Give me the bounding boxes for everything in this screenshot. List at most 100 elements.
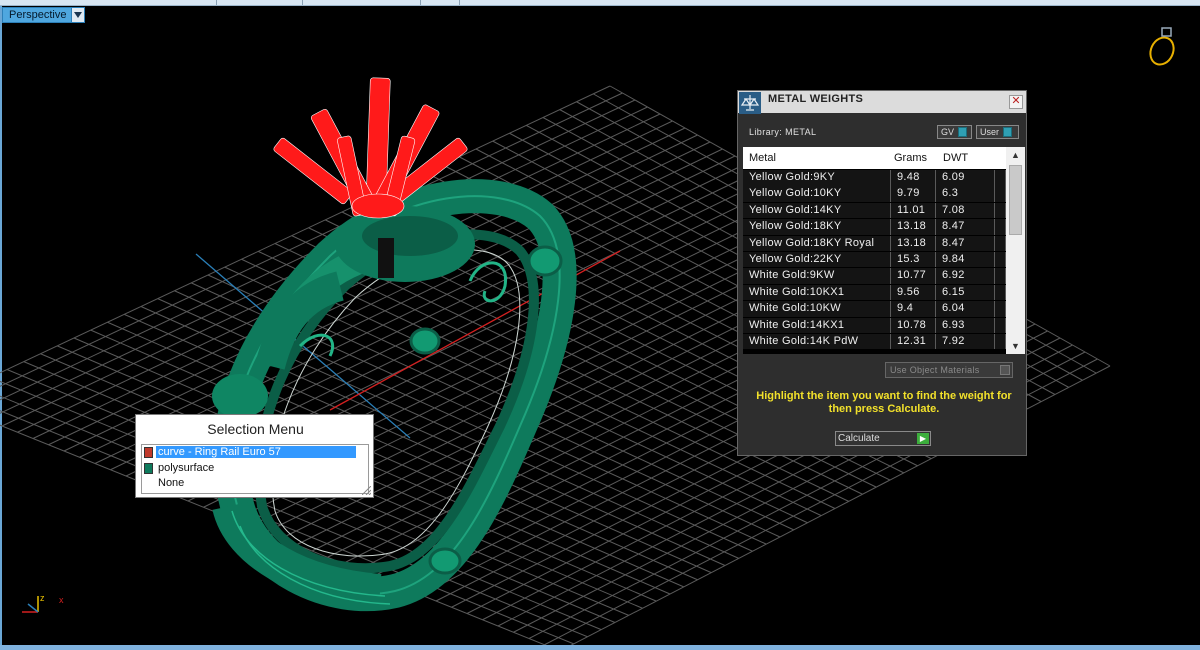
dwt-cell: 8.47 [936,219,995,235]
chevron-down-icon[interactable] [72,7,86,23]
row-spacer [995,317,1006,334]
table-row[interactable]: White Gold:10KW 9.4 6.04 [743,301,1006,317]
axis-z-label: z [40,593,45,603]
selection-item[interactable]: None [142,476,368,492]
table-row[interactable]: Yellow Gold:9KY 9.48 6.09 [743,170,1006,186]
viewport-title-tab[interactable]: Perspective [2,7,86,23]
table-row[interactable]: White Gold:10KX1 9.56 6.15 [743,284,1006,301]
grams-cell: 10.78 [891,317,936,334]
grams-cell: 9.48 [891,170,936,186]
metal-name-cell: White Gold:14K PdW [743,333,891,350]
color-swatch-icon [144,462,153,474]
dwt-cell: 8.47 [936,235,995,252]
dwt-cell: 6.15 [936,284,995,301]
metal-name-cell: White Gold:10KW [743,301,891,317]
selection-list: curve - Ring Rail Euro 57 polysurface None [141,444,369,494]
resize-grip-icon[interactable] [362,486,371,495]
row-spacer [995,219,1006,235]
gv-toggle[interactable]: GV [937,125,972,139]
scroll-down-icon[interactable]: ▼ [1006,338,1025,354]
row-spacer [995,251,1006,268]
color-swatch-icon [144,447,153,458]
toggle-indicator-icon [1000,365,1010,375]
row-spacer [995,202,1006,219]
row-spacer [995,301,1006,317]
dwt-cell: 6.93 [936,317,995,334]
instruction-text: Highlight the item you want to find the … [756,390,1012,415]
row-spacer [995,268,1006,284]
row-spacer [995,170,1006,186]
column-header-grams[interactable]: Grams [894,152,927,164]
scroll-thumb[interactable] [1009,165,1022,235]
axis-widget-icon: z x [22,593,64,613]
dwt-cell: 7.08 [936,202,995,219]
scale-logo-icon [739,92,761,114]
table-row[interactable]: White Gold:9KW 10.77 6.92 [743,268,1006,284]
metal-name-cell: White Gold:10KX1 [743,284,891,301]
close-icon[interactable]: ✕ [1009,95,1023,109]
table-row[interactable]: Yellow Gold:14KY 11.01 7.08 [743,202,1006,219]
table-row[interactable]: Yellow Gold:18KY 13.18 8.47 [743,219,1006,235]
grams-cell: 13.18 [891,219,936,235]
color-swatch-icon [144,478,153,489]
selection-item-label: None [158,477,185,489]
dwt-cell: 6.3 [936,186,995,202]
grams-cell: 13.18 [891,235,936,252]
dwt-cell: 6.92 [936,268,995,284]
grams-cell: 9.79 [891,186,936,202]
grams-cell: 9.4 [891,301,936,317]
column-header-metal[interactable]: Metal [749,152,776,164]
metal-name-cell: White Gold:14KX1 [743,317,891,334]
grams-cell: 15.3 [891,251,936,268]
row-spacer [995,186,1006,202]
metal-name-cell: Yellow Gold:18KY [743,219,891,235]
dwt-cell: 6.09 [936,170,995,186]
viewport-title[interactable]: Perspective [2,7,73,23]
table-row[interactable]: White Gold:14KX1 10.78 6.93 [743,317,1006,334]
play-arrow-icon: ▶ [917,433,929,444]
panel-titlebar[interactable]: METAL WEIGHTS ✕ [738,91,1026,114]
metal-name-cell: Yellow Gold:10KY [743,186,891,202]
ring-model [212,179,577,612]
metal-name-cell: Yellow Gold:14KY [743,202,891,219]
selection-item-label: polysurface [158,461,215,474]
metal-table: Metal Grams DWT Yellow Gold:9KY 9.48 6.09 Y… [743,147,1025,354]
metal-name-cell: Yellow Gold:18KY Royal [743,235,891,252]
selection-menu-title: Selection Menu [207,421,304,437]
panel-title: METAL WEIGHTS [768,93,864,105]
table-row[interactable]: White Gold:14K PdW 12.31 7.92 [743,333,1006,350]
library-label: Library: METAL [749,127,817,137]
selection-menu-popup: Selection Menu curve - Ring Rail Euro 57… [135,414,374,498]
table-body: Yellow Gold:9KY 9.48 6.09 Yellow Gold:10KY 9… [743,170,1006,350]
table-header: Metal Grams DWT [743,147,1006,169]
user-toggle[interactable]: User [976,125,1019,139]
selection-item[interactable]: curve - Ring Rail Euro 57 [142,445,368,461]
table-row[interactable]: Yellow Gold:18KY Royal 13.18 8.47 [743,235,1006,252]
metal-weights-panel: METAL WEIGHTS ✕ Library: METAL GV User M… [737,90,1027,456]
grams-cell: 11.01 [891,202,936,219]
use-object-materials-button[interactable]: Use Object Materials [885,362,1013,378]
table-row[interactable]: Yellow Gold:22KY 15.3 9.84 [743,251,1006,268]
toggle-indicator-icon [958,127,968,137]
table-scrollbar[interactable]: ▲ ▼ [1006,147,1025,354]
calculate-button[interactable]: Calculate ▶ [835,431,931,446]
selection-item-label: curve - Ring Rail Euro 57 [156,446,356,458]
axis-x-label: x [59,595,64,605]
grams-cell: 12.31 [891,333,936,350]
column-header-dwt[interactable]: DWT [943,152,968,164]
row-spacer [995,284,1006,301]
grams-cell: 9.56 [891,284,936,301]
selection-item[interactable]: polysurface [142,461,368,477]
row-spacer [995,333,1006,350]
ring-icon [1149,27,1175,66]
status-strip [0,645,1200,650]
metal-name-cell: White Gold:9KW [743,268,891,284]
scroll-up-icon[interactable]: ▲ [1006,147,1025,163]
dwt-cell: 7.92 [936,333,995,350]
toggle-indicator-icon [1003,127,1013,137]
metal-name-cell: Yellow Gold:9KY [743,170,891,186]
row-spacer [995,235,1006,252]
grams-cell: 10.77 [891,268,936,284]
dwt-cell: 6.04 [936,301,995,317]
table-row[interactable]: Yellow Gold:10KY 9.79 6.3 [743,186,1006,202]
